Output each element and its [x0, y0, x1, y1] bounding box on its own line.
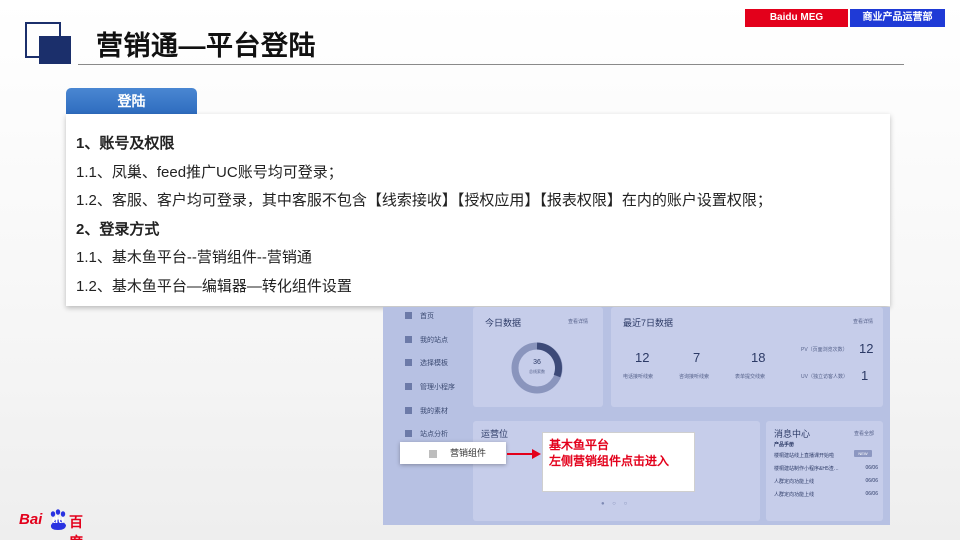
operation-title: 运营位: [481, 429, 509, 439]
side-stat-value: 1: [861, 368, 869, 383]
content-line: 1.2、客服、客户均可登录，其中客服不包含【线索接收】【授权应用】【报表权限】在…: [76, 192, 772, 209]
content-line: 1.2、基木鱼平台—编辑器—转化组件设置: [76, 277, 352, 295]
message-row[interactable]: 人群定向功能上线 06/06: [774, 478, 878, 485]
stat-label: 咨询接听线索: [679, 374, 710, 380]
side-stat-value: 12: [859, 341, 874, 356]
message-row[interactable]: 楼桐建站制作小程序&H5渣… 06/06: [774, 465, 878, 472]
sidebar-item-home[interactable]: 首页: [405, 311, 434, 321]
marketing-component-button[interactable]: 营销组件: [400, 442, 506, 464]
stat-value: 18: [751, 350, 766, 365]
stat-label: 电话接听线索: [623, 374, 654, 380]
content-line: 2、登录方式: [76, 220, 160, 238]
brand-tag-department: 商业产品运营部: [850, 9, 945, 27]
message-row[interactable]: 人群定向功能上线 06/06: [774, 491, 878, 498]
login-section-tab[interactable]: 登陆: [66, 88, 197, 114]
message-center-panel: 消息中心 查看全部 产品手册 楼桐建站线上直播课开始啦 NEW 楼桐建站制作小程…: [766, 421, 883, 521]
materials-icon: [405, 407, 412, 414]
today-data-title: 今日数据: [485, 318, 522, 328]
content-line: 1、账号及权限: [76, 135, 175, 152]
today-donut-chart: [511, 342, 563, 394]
callout-line: 基木鱼平台: [549, 438, 610, 452]
message-section-label: 产品手册: [774, 442, 795, 448]
new-badge: NEW: [854, 450, 872, 457]
content-line: 1.1、凤巢、feed推广UC账号均可登录；: [76, 163, 343, 181]
stat-value: 7: [693, 350, 701, 365]
arrow-right-icon: [507, 449, 541, 459]
today-data-panel: 今日数据 查看详情 36 总线索数: [473, 307, 603, 407]
sidebar-item-materials[interactable]: 我的素材: [405, 406, 448, 416]
content-line: 1.1、基木鱼平台--营销组件--营销通: [76, 249, 312, 266]
carousel-dots[interactable]: ● ○ ○: [601, 501, 630, 507]
stat-value: 12: [635, 350, 650, 365]
side-stat-label: UV（独立访客人数）: [801, 374, 848, 380]
message-center-title: 消息中心: [774, 429, 811, 439]
sidebar-item-analytics[interactable]: 站点分析: [405, 429, 448, 439]
week-data-link[interactable]: 查看详情: [853, 318, 873, 325]
mini-program-icon: [405, 383, 412, 390]
stat-label: 表单提交线索: [735, 374, 766, 380]
today-total-label: 总线索数: [529, 369, 545, 374]
sidebar-item-mini-program[interactable]: 管理小程序: [405, 382, 455, 392]
sidebar-item-my-sites[interactable]: 我的站点: [405, 335, 448, 345]
today-total-value: 36: [533, 359, 541, 366]
title-decoration-fill: [39, 36, 71, 64]
sidebar-item-templates[interactable]: 选择模板: [405, 358, 448, 368]
login-content-card: 1、账号及权限 1.1、凤巢、feed推广UC账号均可登录； 1.2、客服、客户…: [66, 114, 890, 306]
week-data-title: 最近7日数据: [623, 318, 674, 328]
instruction-callout: 基木鱼平台 左侧营销组件点击进入: [542, 432, 695, 492]
title-divider: [78, 64, 904, 65]
sites-icon: [405, 336, 412, 343]
week-data-panel: 最近7日数据 查看详情 12 电话接听线索 7 咨询接听线索 18 表单提交线索…: [611, 307, 883, 407]
component-icon: [429, 450, 437, 458]
analytics-icon: [405, 430, 412, 437]
platform-screenshot: 首页 我的站点 选择模板 管理小程序 我的素材 站点分析 今日数据 查看详情 3…: [383, 307, 890, 525]
slide-title: 营销通—平台登陆: [96, 31, 316, 61]
side-stat-label: PV（页面浏览次数）: [801, 347, 848, 353]
message-center-link[interactable]: 查看全部: [854, 430, 874, 437]
home-icon: [405, 312, 412, 319]
template-icon: [405, 359, 412, 366]
today-data-link[interactable]: 查看详情: [568, 318, 588, 325]
brand-tag-meg: Baidu MEG: [745, 9, 848, 27]
callout-line: 左侧营销组件点击进入: [549, 454, 670, 468]
